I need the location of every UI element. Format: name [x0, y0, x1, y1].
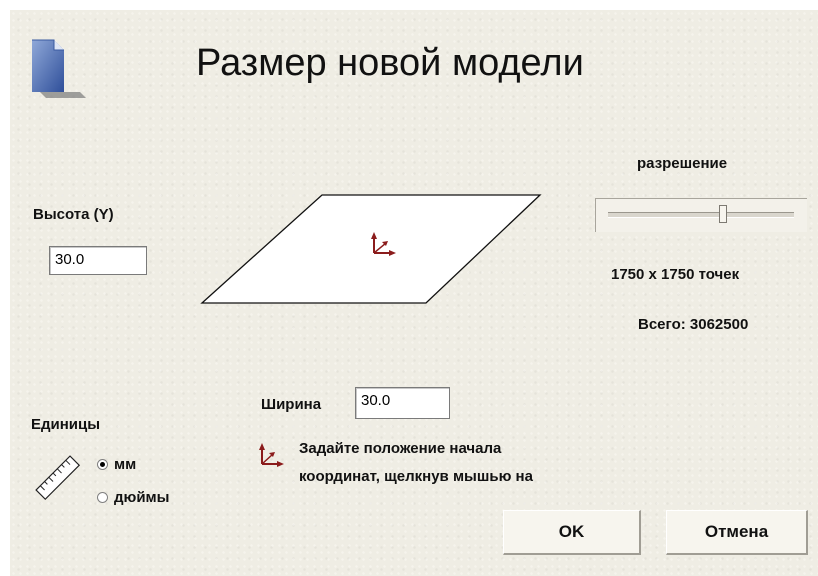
radio-unselected-icon — [97, 492, 108, 503]
height-input[interactable]: 30.0 — [49, 246, 147, 275]
units-option-inches[interactable]: дюймы — [97, 489, 169, 506]
origin-hint-icon — [256, 442, 284, 475]
radio-selected-icon — [97, 459, 108, 470]
new-model-size-dialog: Размер новой модели Высота (Y) 30.0 разр… — [10, 10, 818, 576]
ruler-icon — [32, 452, 84, 509]
height-label: Высота (Y) — [33, 206, 114, 223]
resolution-slider[interactable] — [595, 198, 807, 232]
width-input[interactable]: 30.0 — [355, 387, 450, 419]
cancel-button[interactable]: Отмена — [666, 510, 808, 555]
document-icon — [30, 38, 86, 105]
model-plane-preview[interactable] — [200, 193, 545, 305]
units-label: Единицы — [31, 416, 101, 433]
dialog-title: Размер новой модели — [196, 42, 584, 84]
resolution-points-text: 1750 x 1750 точек — [611, 266, 740, 283]
units-option-mm-label: мм — [114, 456, 137, 473]
units-option-inches-label: дюймы — [114, 489, 170, 506]
width-label: Ширина — [261, 396, 322, 413]
ok-button[interactable]: OK — [503, 510, 641, 555]
units-option-mm[interactable]: мм — [97, 456, 136, 473]
resolution-total-text: Всего: 3062500 — [638, 316, 749, 333]
resolution-label: разрешение — [637, 155, 728, 172]
resolution-slider-thumb[interactable] — [719, 205, 728, 223]
resolution-slider-groove — [608, 212, 794, 218]
origin-hint-line-1: Задайте положение начала — [299, 440, 502, 457]
origin-hint-line-2: координат, щелкнув мышью на — [299, 468, 533, 485]
